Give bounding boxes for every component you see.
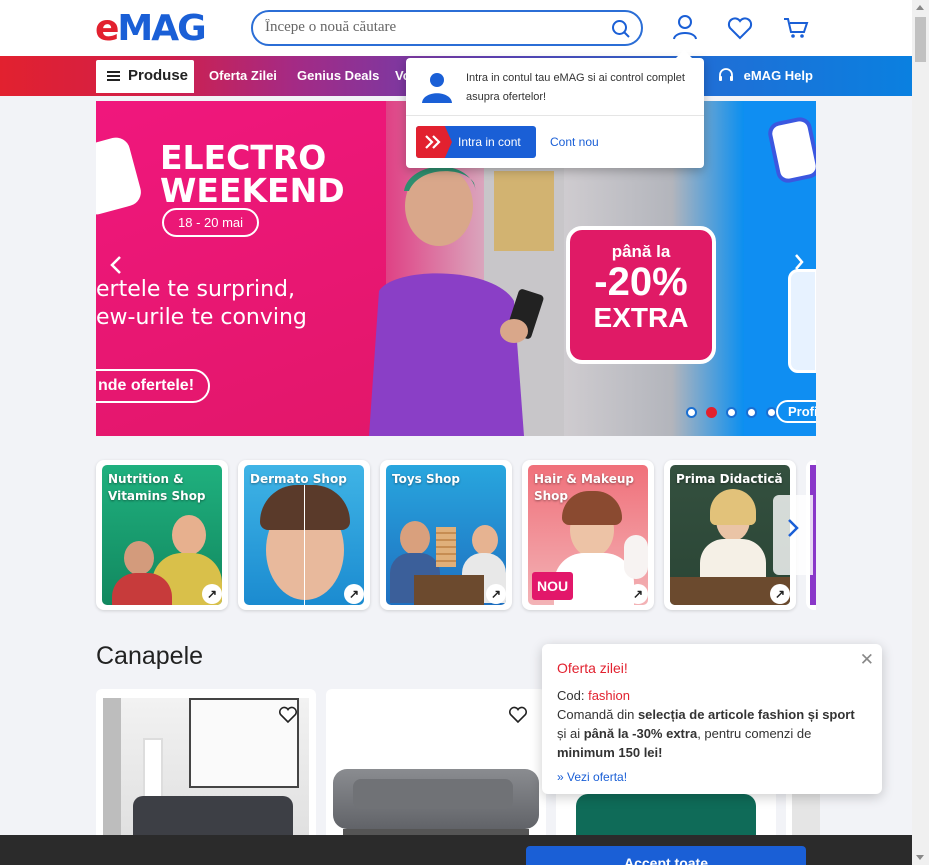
wishlist-heart-icon[interactable] (278, 706, 298, 729)
banner-next-icon[interactable] (794, 251, 804, 277)
wishlist-heart-icon[interactable] (508, 706, 528, 729)
offer-code: Cod: fashion (557, 688, 867, 703)
banner-side-label[interactable]: Profi (776, 400, 816, 423)
page-scrollbar[interactable] (912, 0, 929, 865)
login-button-label: Intra in cont (458, 135, 521, 149)
slide-dot[interactable] (726, 407, 737, 418)
person-image (400, 521, 430, 555)
produse-button[interactable]: Produse (96, 60, 194, 93)
shops-next-icon[interactable] (773, 495, 813, 575)
slide-dot-active[interactable] (706, 407, 717, 418)
side-product-image (788, 269, 816, 373)
arrow-up-right-icon: ↗ (486, 584, 506, 604)
user-silhouette-icon (420, 70, 454, 109)
scroll-down-icon[interactable] (916, 855, 924, 860)
logo-letter-e: e (95, 8, 119, 49)
menu-icon (107, 71, 120, 81)
arrow-up-right-icon: ↗ (202, 584, 222, 604)
header: eMAG (0, 0, 912, 56)
offer-code-value: fashion (588, 688, 631, 703)
scroll-up-icon[interactable] (916, 5, 924, 10)
person-image (124, 541, 154, 575)
login-popup-text: Intra in contul tau eMAG si ai control c… (466, 72, 685, 103)
divider (406, 115, 704, 116)
help-label: eMAG Help (743, 68, 813, 83)
person-image (172, 515, 206, 555)
discount-badge-bottom: EXTRA (593, 302, 689, 333)
nav-link-oferta-zilei[interactable]: Oferta Zilei (209, 68, 277, 83)
offer-body-6: minimum 150 lei! (557, 745, 663, 760)
offer-body-2: selecția de articole fashion și sport (637, 707, 855, 722)
offer-body-1: Comandă din (557, 707, 638, 722)
offer-body: Comandă din selecția de articole fashion… (557, 705, 867, 762)
shop-card-toys[interactable]: Toys Shop ↗ (380, 460, 512, 610)
cart-icon[interactable] (783, 16, 809, 45)
offer-code-label: Cod: (557, 688, 585, 703)
person-image (472, 525, 498, 555)
discount-badge-top: până la (611, 242, 671, 261)
search-input[interactable] (265, 19, 595, 36)
section-title: Canapele (96, 642, 204, 670)
heart-icon[interactable] (727, 16, 753, 45)
banner-line-1: ertele te surprind, (96, 277, 296, 302)
percent-icon (766, 115, 816, 185)
arrow-up-right-icon: ↗ (770, 584, 790, 604)
emag-logo[interactable]: eMAG (95, 8, 233, 49)
banner-woman-image (369, 131, 564, 436)
close-icon[interactable]: ✕ (860, 650, 874, 670)
login-button[interactable]: Intra in cont (416, 126, 536, 158)
offer-body-3: și ai (557, 726, 584, 741)
banner-dates: 18 - 20 mai (162, 208, 260, 237)
slide-dot[interactable] (746, 407, 757, 418)
nav-link-genius-deals[interactable]: Genius Deals (297, 68, 379, 83)
banner-next-slide-preview (744, 101, 816, 436)
shop-card-label: Nutrition & Vitamins Shop (108, 472, 206, 503)
shop-card-label: Toys Shop (392, 472, 460, 486)
offer-link[interactable]: » Vezi oferta! (557, 770, 867, 784)
search-box (251, 10, 643, 46)
shop-card-dermato[interactable]: Dermato Shop ↗ (238, 460, 370, 610)
shop-card-hair-makeup[interactable]: Hair & Makeup Shop NOU ↗ (522, 460, 654, 610)
shop-card-label: Hair & Makeup Shop (534, 472, 634, 503)
arrow-up-right-icon: ↗ (344, 584, 364, 604)
banner-title-line1: ELECTRO (160, 138, 327, 177)
offer-title: Oferta zilei! (557, 660, 628, 676)
new-badge: NOU (532, 572, 574, 600)
produse-label: Produse (128, 67, 189, 84)
banner-prev-icon[interactable] (110, 251, 122, 282)
logo-letter-a: A (151, 8, 179, 49)
banner-line-2: ew-urile te conving (96, 305, 307, 330)
offer-popup: ✕ Oferta zilei! Cod: fashion Comandă din… (542, 644, 882, 794)
offer-body-4: până la -30% extra (583, 726, 698, 741)
nav-link-help[interactable]: eMAG Help (718, 68, 813, 83)
offer-body-5: , pentru comenzi de (697, 726, 812, 741)
logo-letter-g: G (177, 8, 207, 49)
logo-letter-m: M (117, 8, 153, 49)
login-popup: Intra in contul tau eMAG si ai control c… (406, 50, 704, 168)
discount-badge: până la -20% EXTRA (566, 226, 716, 364)
headset-icon (718, 68, 738, 83)
search-icon[interactable] (611, 19, 631, 44)
arrow-up-right-icon: ↗ (628, 584, 648, 604)
shop-card-label: Dermato Shop (250, 472, 347, 486)
user-icon[interactable] (672, 14, 698, 45)
banner-cta-button[interactable]: nde ofertele! (96, 369, 211, 403)
scrollbar-thumb[interactable] (915, 17, 926, 62)
login-arrow-icon (416, 126, 452, 158)
shop-card-label: Prima Didactică (676, 472, 783, 486)
discount-badge-value: -20% (594, 260, 688, 304)
accept-cookies-button[interactable]: Accept toate (526, 846, 806, 865)
banner-title-line2: WEEKEND (160, 171, 345, 210)
banner-pagination (686, 405, 786, 423)
banner-title: ELECTRO WEEKEND (160, 141, 345, 207)
new-account-link[interactable]: Cont nou (550, 135, 599, 149)
slide-dot[interactable] (686, 407, 697, 418)
shop-card-nutrition[interactable]: Nutrition & Vitamins Shop ↗ (96, 460, 228, 610)
